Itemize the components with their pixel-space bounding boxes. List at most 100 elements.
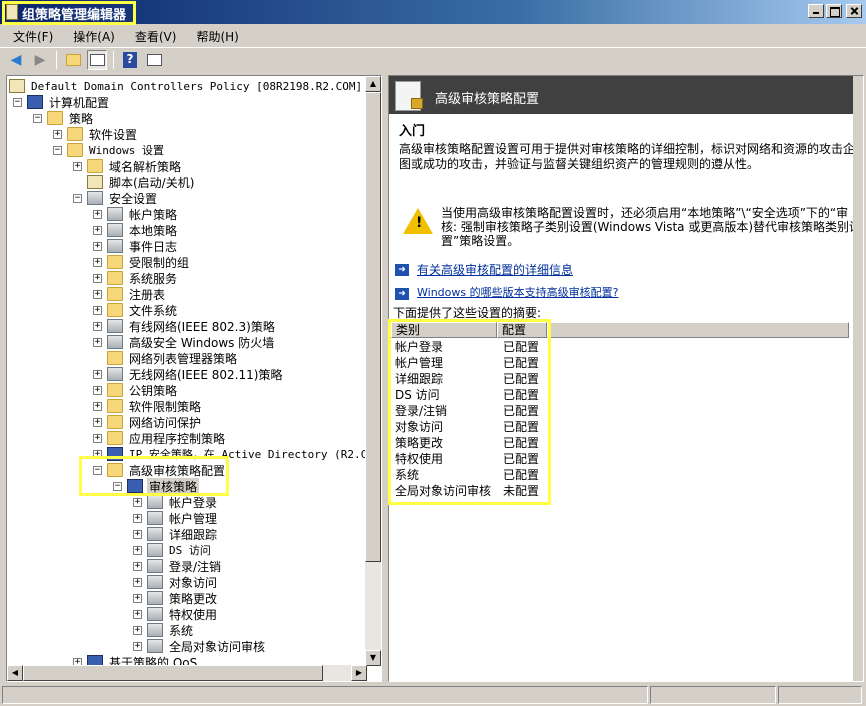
expand-icon[interactable]: + — [133, 641, 142, 651]
expand-icon[interactable]: + — [133, 561, 142, 571]
column-header-category[interactable]: 类别 — [391, 322, 497, 338]
tree-item[interactable]: + 受限制的组 — [93, 254, 191, 270]
tree-item[interactable]: Default Domain Controllers Policy [08R21… — [9, 78, 381, 94]
category-name[interactable]: 系统 — [395, 467, 419, 483]
collapse-icon[interactable]: − — [113, 481, 122, 491]
back-arrow-icon[interactable]: ◀ — [6, 50, 26, 70]
tree-item[interactable]: + 事件日志 — [93, 238, 179, 254]
expand-icon[interactable]: + — [93, 433, 102, 443]
expand-icon[interactable]: + — [93, 257, 102, 267]
expand-icon[interactable]: + — [93, 273, 102, 283]
expand-icon[interactable]: + — [93, 401, 102, 411]
tree-vertical-scrollbar[interactable]: ▲ ▼ — [365, 76, 381, 666]
expand-icon[interactable]: + — [93, 449, 102, 459]
details-link[interactable]: 有关高级审核配置的详细信息 — [417, 262, 573, 278]
tree-item[interactable]: − 审核策略 — [113, 477, 200, 495]
scroll-down-button[interactable]: ▼ — [365, 650, 381, 666]
expand-icon[interactable]: + — [93, 417, 102, 427]
tree-item[interactable]: − 计算机配置 — [13, 94, 111, 110]
expand-icon[interactable]: + — [133, 609, 142, 619]
tree-item[interactable]: + 注册表 — [93, 286, 167, 302]
tree-item[interactable]: − 高级审核策略配置 — [93, 462, 227, 478]
tree-item[interactable]: + 特权使用 — [133, 606, 219, 622]
category-name[interactable]: 全局对象访问审核 — [395, 483, 491, 499]
tree-item[interactable]: 网络列表管理器策略 — [93, 350, 239, 366]
collapse-icon[interactable]: − — [33, 113, 42, 123]
scroll-right-button[interactable]: ▶ — [351, 665, 367, 681]
tree-item[interactable]: + 详细跟踪 — [133, 526, 219, 542]
minimize-button[interactable] — [808, 4, 824, 18]
close-button[interactable] — [846, 4, 862, 18]
tree-item[interactable]: + 登录/注销 — [133, 558, 223, 574]
scroll-left-button[interactable]: ◀ — [7, 665, 23, 681]
help-icon[interactable]: ? — [120, 50, 140, 70]
tree-item[interactable]: + 域名解析策略 — [73, 158, 183, 174]
tree-item[interactable]: + 全局对象访问审核 — [133, 638, 267, 654]
expand-icon[interactable]: + — [133, 593, 142, 603]
column-header-config[interactable]: 配置 — [497, 322, 547, 338]
tree-item[interactable]: + 本地策略 — [93, 222, 179, 238]
expand-icon[interactable]: + — [53, 129, 62, 139]
scroll-up-button[interactable]: ▲ — [365, 76, 381, 92]
expand-icon[interactable]: + — [133, 545, 142, 555]
menu-file[interactable]: 文件(F) — [0, 26, 60, 46]
category-name[interactable]: 详细跟踪 — [395, 371, 443, 387]
collapse-icon[interactable]: − — [13, 97, 22, 107]
up-folder-icon[interactable] — [63, 50, 83, 70]
category-name[interactable]: 帐户登录 — [395, 339, 443, 355]
category-name[interactable]: 帐户管理 — [395, 355, 443, 371]
tree-item[interactable]: − 策略 — [33, 110, 95, 126]
tree-item[interactable]: + 无线网络(IEEE 802.11)策略 — [93, 366, 284, 382]
forward-arrow-icon[interactable]: ▶ — [30, 50, 50, 70]
tree-item[interactable]: + 应用程序控制策略 — [93, 430, 227, 446]
expand-icon[interactable]: + — [93, 305, 102, 315]
category-name[interactable]: 策略更改 — [395, 435, 443, 451]
show-hide-tree-icon[interactable] — [87, 49, 107, 70]
tree-item[interactable]: + 系统服务 — [93, 270, 179, 286]
tree-item[interactable]: + 系统 — [133, 622, 195, 638]
expand-icon[interactable]: + — [93, 241, 102, 251]
tree-item[interactable]: + 策略更改 — [133, 590, 219, 606]
menu-view[interactable]: 查看(V) — [122, 26, 184, 46]
menu-help[interactable]: 帮助(H) — [183, 26, 245, 46]
scroll-thumb[interactable] — [365, 92, 381, 562]
tree-item[interactable]: + IP 安全策略，在 Active Directory (R2.COM — [93, 446, 381, 462]
versions-link[interactable]: Windows 的哪些版本支持高级审核配置? — [417, 285, 618, 301]
category-name[interactable]: 登录/注销 — [395, 403, 447, 419]
tree-item[interactable]: + 帐户策略 — [93, 206, 179, 222]
tree-item[interactable]: + 网络访问保护 — [93, 414, 203, 430]
tree-item[interactable]: + 对象访问 — [133, 574, 219, 590]
collapse-icon[interactable]: − — [73, 193, 82, 203]
category-name[interactable]: 对象访问 — [395, 419, 443, 435]
expand-icon[interactable]: + — [73, 161, 82, 171]
tree-item[interactable]: − 安全设置 — [73, 190, 159, 206]
tree-item[interactable]: − Windows 设置 — [53, 142, 166, 158]
tree-item[interactable]: + 有线网络(IEEE 802.3)策略 — [93, 318, 277, 334]
expand-icon[interactable]: + — [133, 513, 142, 523]
expand-icon[interactable]: + — [133, 625, 142, 635]
show-action-pane-icon[interactable] — [144, 50, 164, 70]
tree-item[interactable]: + 软件设置 — [53, 126, 139, 142]
tree-item[interactable]: + 帐户管理 — [133, 510, 219, 526]
expand-icon[interactable]: + — [93, 289, 102, 299]
tree-item[interactable]: + 帐户登录 — [133, 494, 219, 510]
tree-item[interactable]: + 公钥策略 — [93, 382, 179, 398]
tree-item[interactable]: 脚本(启动/关机) — [73, 174, 196, 190]
expand-icon[interactable]: + — [93, 321, 102, 331]
expand-icon[interactable]: + — [93, 225, 102, 235]
menu-action[interactable]: 操作(A) — [60, 26, 122, 46]
tree-item[interactable]: + DS 访问 — [133, 542, 213, 558]
collapse-icon[interactable]: − — [53, 145, 62, 155]
expand-icon[interactable]: + — [133, 497, 142, 507]
maximize-button[interactable] — [826, 4, 842, 18]
tree-horizontal-scrollbar[interactable]: ◀ ▶ — [7, 665, 367, 681]
expand-icon[interactable]: + — [93, 369, 102, 379]
tree-item[interactable]: + 高级安全 Windows 防火墙 — [93, 334, 276, 350]
expand-icon[interactable]: + — [133, 529, 142, 539]
category-name[interactable]: DS 访问 — [395, 387, 440, 403]
collapse-icon[interactable]: − — [93, 465, 102, 475]
category-name[interactable]: 特权使用 — [395, 451, 443, 467]
tree-item[interactable]: + 软件限制策略 — [93, 398, 203, 414]
expand-icon[interactable]: + — [133, 577, 142, 587]
tree-item[interactable]: + 文件系统 — [93, 302, 179, 318]
